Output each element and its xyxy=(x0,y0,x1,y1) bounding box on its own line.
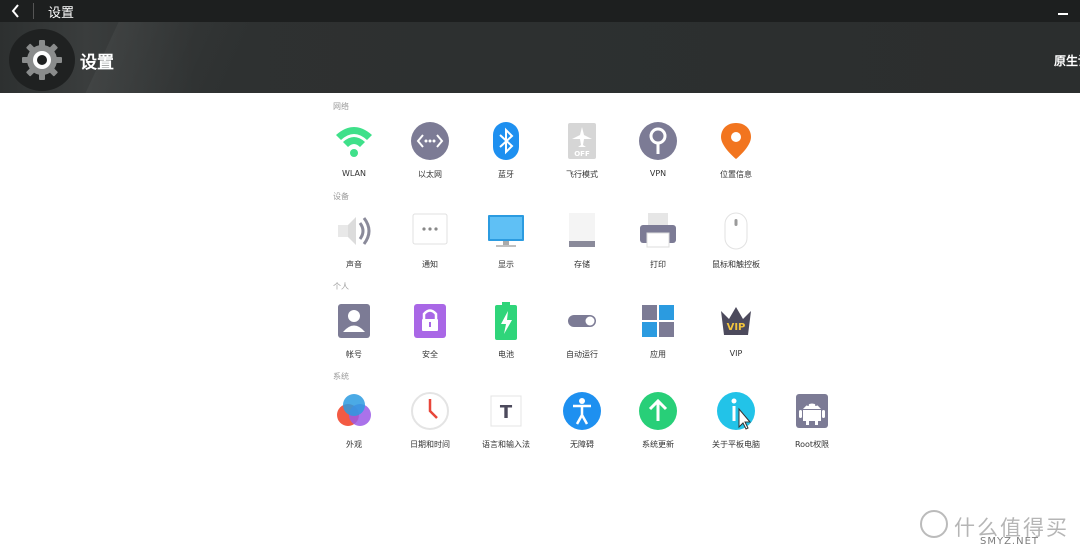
tile-autostart[interactable]: 自动运行 xyxy=(546,301,618,371)
tile-bluetooth[interactable]: 蓝牙 xyxy=(470,121,542,191)
section-label-system: 系统 xyxy=(333,372,349,381)
notification-icon xyxy=(410,211,450,251)
page-title: 设置 xyxy=(80,53,114,73)
storage-icon xyxy=(562,211,602,251)
tile-system-update[interactable]: 系统更新 xyxy=(622,391,694,461)
tile-wlan[interactable]: WLAN xyxy=(318,121,390,191)
ethernet-icon xyxy=(410,121,450,161)
tile-battery[interactable]: 电池 xyxy=(470,301,542,371)
svg-text:OFF: OFF xyxy=(574,150,590,158)
tile-about-tablet[interactable]: 关于平板电脑 xyxy=(700,391,772,461)
settings-gear-icon xyxy=(9,29,75,91)
tile-label: 电池 xyxy=(498,350,514,359)
tile-label: 日期和时间 xyxy=(410,440,450,449)
about-info-icon xyxy=(716,391,756,431)
tile-label: 存储 xyxy=(574,260,590,269)
wifi-icon xyxy=(334,121,374,161)
tile-vip[interactable]: VIP VIP xyxy=(700,301,772,371)
tile-label: 系统更新 xyxy=(642,440,674,449)
tile-notification[interactable]: 通知 xyxy=(394,211,466,281)
back-button[interactable] xyxy=(6,1,26,21)
mouse-icon xyxy=(716,211,756,251)
tile-label: 声音 xyxy=(346,260,362,269)
watermark-site: SMYZ.NET xyxy=(980,536,1040,547)
tile-label: 以太网 xyxy=(418,170,442,179)
tile-accessibility[interactable]: 无障碍 xyxy=(546,391,618,461)
tile-label: 显示 xyxy=(498,260,514,269)
chevron-left-icon xyxy=(11,4,19,18)
battery-icon xyxy=(486,301,526,341)
watermark-logo-icon xyxy=(920,510,948,538)
lock-icon xyxy=(410,301,450,341)
android-icon xyxy=(792,391,832,431)
tile-label: VIP xyxy=(729,349,743,358)
tile-label: 无障碍 xyxy=(570,440,594,449)
tile-label: 关于平板电脑 xyxy=(712,440,760,449)
tile-label: 外观 xyxy=(346,440,362,449)
tile-root-permission[interactable]: Root权限 xyxy=(776,391,848,461)
tile-appearance[interactable]: 外观 xyxy=(318,391,390,461)
title-bar: 设置 xyxy=(0,0,1080,22)
apps-grid-icon xyxy=(638,301,678,341)
window-title: 设置 xyxy=(48,6,75,21)
section-label-network: 网络 xyxy=(333,102,349,111)
tile-vpn[interactable]: VPN xyxy=(622,121,694,191)
tile-ethernet[interactable]: 以太网 xyxy=(394,121,466,191)
section-label-personal: 个人 xyxy=(333,282,349,291)
tile-sound[interactable]: 声音 xyxy=(318,211,390,281)
appearance-icon xyxy=(334,391,374,431)
title-separator xyxy=(33,3,34,19)
vip-crown-icon: VIP xyxy=(716,301,756,341)
tile-label: 帐号 xyxy=(346,350,362,359)
tile-label: WLAN xyxy=(341,169,366,178)
location-pin-icon xyxy=(716,121,756,161)
tile-account[interactable]: 帐号 xyxy=(318,301,390,371)
tile-print[interactable]: 打印 xyxy=(622,211,694,281)
tile-airplane-mode[interactable]: OFF 飞行模式 xyxy=(546,121,618,191)
tile-apps[interactable]: 应用 xyxy=(622,301,694,371)
tile-label: 打印 xyxy=(650,260,666,269)
tile-label: VPN xyxy=(649,169,667,178)
tile-display[interactable]: 显示 xyxy=(470,211,542,281)
tile-label: 蓝牙 xyxy=(498,170,514,179)
tile-storage[interactable]: 存储 xyxy=(546,211,618,281)
section-label-device: 设备 xyxy=(333,192,349,201)
settings-grid: 网络 WLAN 以太网 蓝牙 OFF 飞行模式 VPN 位置信息 设备 声音 通… xyxy=(0,93,1080,553)
tile-date-time[interactable]: 日期和时间 xyxy=(394,391,466,461)
svg-text:VIP: VIP xyxy=(727,322,746,333)
watermark: 什么值得买 SMYZ.NET xyxy=(914,508,1074,548)
tile-label: 自动运行 xyxy=(566,350,598,359)
accessibility-icon xyxy=(562,391,602,431)
tile-mouse-touchpad[interactable]: 鼠标和触控板 xyxy=(700,211,772,281)
tile-security[interactable]: 安全 xyxy=(394,301,466,371)
tile-label: 语言和输入法 xyxy=(482,440,530,449)
airplane-mode-icon: OFF xyxy=(562,121,602,161)
tile-language-input[interactable]: T 语言和输入法 xyxy=(470,391,542,461)
tile-label: 飞行模式 xyxy=(566,170,598,179)
tile-location[interactable]: 位置信息 xyxy=(700,121,772,191)
tile-label: 通知 xyxy=(422,260,438,269)
clock-icon xyxy=(410,391,450,431)
printer-icon xyxy=(638,211,678,251)
minimize-button[interactable] xyxy=(1056,2,1070,20)
tile-label: 安全 xyxy=(422,350,438,359)
header-right-label[interactable]: 原生设 xyxy=(1054,52,1080,69)
svg-text:T: T xyxy=(500,402,513,423)
account-icon xyxy=(334,301,374,341)
language-icon: T xyxy=(486,391,526,431)
toggle-icon xyxy=(562,301,602,341)
monitor-icon xyxy=(486,211,526,251)
tile-label: 位置信息 xyxy=(720,170,752,179)
tile-label: Root权限 xyxy=(794,440,830,449)
speaker-icon xyxy=(334,211,374,251)
bluetooth-icon xyxy=(486,121,526,161)
settings-header: 设置 原生设 xyxy=(0,22,1080,93)
tile-label: 鼠标和触控板 xyxy=(712,260,760,269)
vpn-key-icon xyxy=(638,121,678,161)
tile-label: 应用 xyxy=(650,350,666,359)
update-arrow-icon xyxy=(638,391,678,431)
